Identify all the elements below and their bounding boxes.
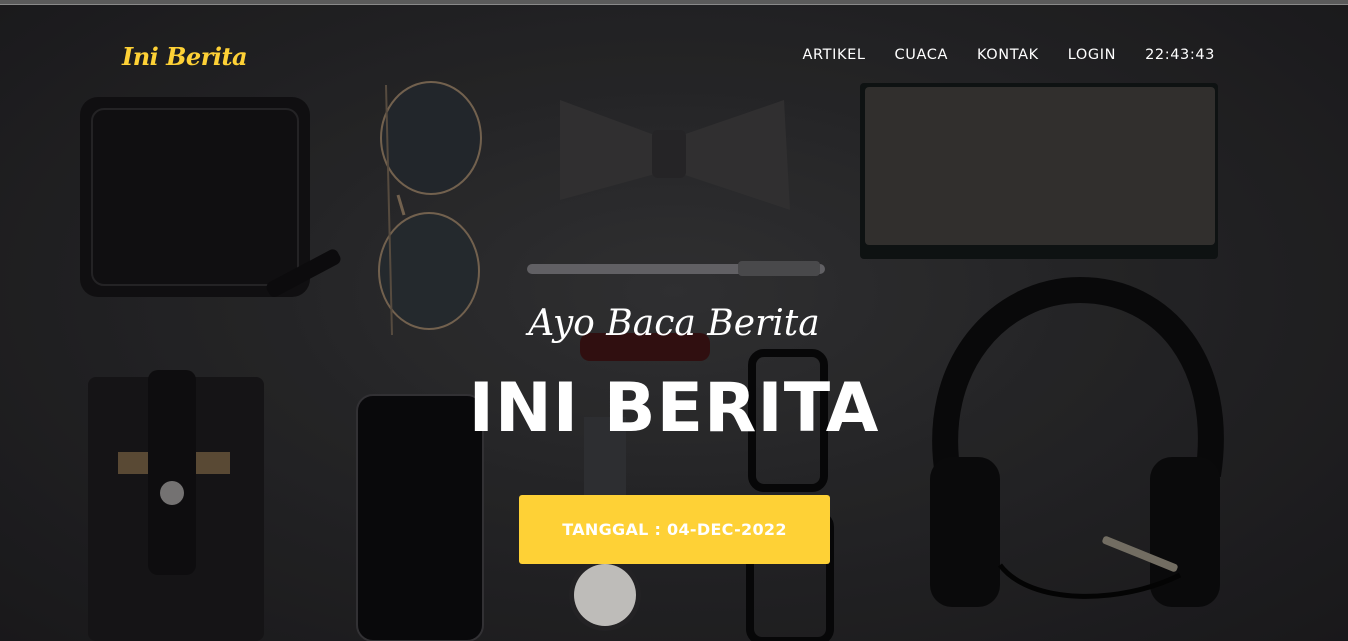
nav-link-login[interactable]: LOGIN — [1068, 47, 1116, 63]
nav-link-cuaca[interactable]: CUACA — [895, 47, 948, 63]
nav-link-kontak[interactable]: KONTAK — [977, 47, 1039, 63]
nav-clock: 22:43:43 — [1145, 47, 1215, 63]
date-button[interactable]: TANGGAL : 04-DEC-2022 — [519, 495, 830, 564]
main-nav: ARTIKEL CUACA KONTAK LOGIN 22:43:43 — [802, 47, 1215, 63]
brand-logo[interactable]: Ini Berita — [122, 42, 248, 71]
nav-link-artikel[interactable]: ARTIKEL — [802, 47, 865, 63]
hero-subtitle: Ayo Baca Berita — [528, 303, 820, 344]
hero-section: Ini Berita ARTIKEL CUACA KONTAK LOGIN 22… — [0, 5, 1348, 641]
hero-title: INI BERITA — [468, 369, 880, 448]
